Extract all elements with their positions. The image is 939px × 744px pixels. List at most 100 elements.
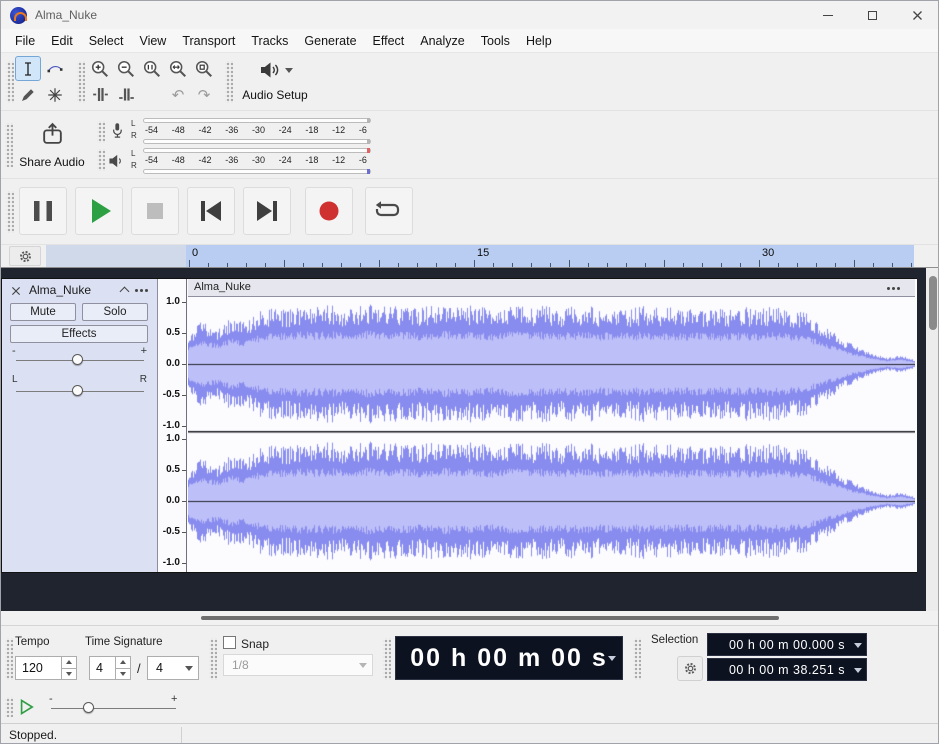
ruler-tick	[474, 260, 475, 267]
silence-audio-button[interactable]	[113, 82, 139, 107]
horizontal-scrollbar-thumb[interactable]	[201, 616, 779, 620]
ts-upper-value[interactable]: 4	[90, 657, 115, 679]
meter-scale-label: -6	[358, 125, 367, 135]
ruler-tick	[645, 263, 646, 267]
record-meter-grip[interactable]	[97, 121, 105, 143]
track-control-panel: Alma_Nuke Mute Solo Effects - + L R	[2, 279, 158, 572]
ruler-tick	[626, 263, 627, 267]
snap-mode-select[interactable]: 1/8	[223, 654, 373, 676]
menu-tracks[interactable]: Tracks	[243, 29, 296, 53]
ruler-tick	[512, 263, 513, 267]
tempo-input[interactable]: 120	[15, 656, 77, 680]
ruler-tick	[265, 263, 266, 267]
track-menu-icon[interactable]	[135, 289, 138, 292]
time-display-grip[interactable]	[383, 638, 391, 680]
time-signature-upper[interactable]: 4	[89, 656, 131, 680]
envelope-tool-button[interactable]	[42, 56, 68, 81]
speed-slider[interactable]	[83, 702, 94, 713]
audio-setup-button[interactable]: Audio Setup	[235, 56, 315, 108]
selection-start-display[interactable]: 00 h 00 m 00.000 s	[707, 633, 867, 656]
solo-button[interactable]: Solo	[82, 303, 148, 321]
menu-generate[interactable]: Generate	[296, 29, 364, 53]
menu-tools[interactable]: Tools	[473, 29, 518, 53]
speed-toolbar-grip[interactable]	[5, 697, 13, 717]
track-vertical-ruler[interactable]: 1.0 0.5 0.0 -0.5 -1.0 1.0 0.5 0.0 -0.5 -1.0	[158, 279, 187, 572]
ts-upper-spinner[interactable]	[115, 657, 130, 679]
multi-tool-button[interactable]	[42, 82, 68, 107]
track-collapse-icon[interactable]	[119, 286, 130, 297]
gain-slider[interactable]	[72, 354, 83, 365]
trim-audio-button[interactable]	[87, 82, 113, 107]
zoom-out-button[interactable]	[113, 56, 139, 81]
menu-analyze[interactable]: Analyze	[412, 29, 472, 53]
time-display[interactable]: 00 h 00 m 00 s	[395, 636, 623, 680]
vertical-scrollbar-thumb[interactable]	[929, 276, 937, 330]
maximize-button[interactable]	[850, 1, 895, 29]
waveform-canvas[interactable]	[188, 297, 915, 572]
menu-file[interactable]: File	[7, 29, 43, 53]
effects-button[interactable]: Effects	[10, 325, 148, 343]
timeline-ruler[interactable]: 0 15 30	[186, 245, 914, 267]
mute-button[interactable]: Mute	[10, 303, 76, 321]
multi-tool-icon	[48, 87, 62, 102]
menu-transport[interactable]: Transport	[174, 29, 243, 53]
ruler-tick	[189, 260, 190, 267]
record-button[interactable]	[305, 187, 353, 235]
audio-setup-toolbar-grip[interactable]	[225, 61, 233, 103]
time-signature-lower[interactable]: 4	[147, 656, 199, 680]
envelope-icon	[47, 65, 63, 72]
undo-button[interactable]: ↶	[165, 82, 191, 107]
tempo-value[interactable]: 120	[16, 657, 61, 679]
title-bar: Alma_Nuke	[1, 1, 938, 29]
track-close-icon[interactable]	[11, 286, 21, 296]
clip-menu-icon[interactable]	[887, 287, 890, 290]
selection-tool-button[interactable]	[15, 56, 41, 81]
tempo-spinner[interactable]	[61, 657, 76, 679]
zoom-toggle-button[interactable]	[191, 56, 217, 81]
menu-select[interactable]: Select	[81, 29, 132, 53]
minimize-button[interactable]	[805, 1, 850, 29]
menu-help[interactable]: Help	[518, 29, 560, 53]
horizontal-scrollbar[interactable]	[1, 611, 938, 625]
ruler-tick	[835, 263, 836, 267]
pause-button[interactable]	[19, 187, 67, 235]
share-audio-button[interactable]: Share Audio	[11, 116, 93, 174]
vertical-scrollbar[interactable]	[926, 268, 938, 611]
play-button[interactable]	[75, 187, 123, 235]
pan-slider[interactable]	[72, 385, 83, 396]
time-toolbar-grip[interactable]	[5, 638, 13, 680]
loop-button[interactable]	[365, 187, 413, 235]
snap-toolbar-grip[interactable]	[209, 638, 217, 680]
ruler-tick	[493, 263, 494, 267]
close-button[interactable]	[895, 1, 938, 29]
skip-to-start-button[interactable]	[187, 187, 235, 235]
snap-checkbox[interactable]	[223, 636, 236, 649]
track-name[interactable]: Alma_Nuke	[29, 283, 91, 297]
selection-toolbar-grip[interactable]	[633, 638, 641, 680]
draw-tool-button[interactable]	[15, 82, 41, 107]
recording-meter[interactable]: LR -54 -48 -42 -36 -30 -24 -18 -12 -6	[105, 117, 385, 145]
meter-scale-label: -18	[305, 125, 319, 135]
tools-toolbar-grip[interactable]	[6, 61, 14, 103]
zoom-in-button[interactable]	[87, 56, 113, 81]
zoom-fit-project-button[interactable]	[165, 56, 191, 81]
playback-meter[interactable]: LR -54 -48 -42 -36 -30 -24 -18 -12 -6	[105, 147, 385, 175]
menu-view[interactable]: View	[131, 29, 174, 53]
zoom-selection-button[interactable]	[139, 56, 165, 81]
ruler-tick	[759, 260, 760, 267]
selection-settings-button[interactable]	[677, 656, 703, 681]
play-at-speed-button[interactable]	[13, 695, 39, 719]
ruler-tick	[322, 263, 323, 267]
skip-to-end-button[interactable]	[243, 187, 291, 235]
play-meter-grip[interactable]	[97, 149, 105, 171]
selection-end-display[interactable]: 00 h 00 m 38.251 s	[707, 658, 867, 681]
menu-effect[interactable]: Effect	[365, 29, 413, 53]
menu-edit[interactable]: Edit	[43, 29, 81, 53]
edit-toolbar-grip[interactable]	[77, 61, 85, 103]
transport-grip[interactable]	[6, 191, 14, 233]
status-bar: Stopped.	[1, 723, 938, 743]
redo-button[interactable]: ↷	[191, 82, 217, 107]
stop-button[interactable]	[131, 187, 179, 235]
clip-header[interactable]: Alma_Nuke	[188, 279, 915, 297]
timeline-options-button[interactable]	[9, 246, 41, 266]
